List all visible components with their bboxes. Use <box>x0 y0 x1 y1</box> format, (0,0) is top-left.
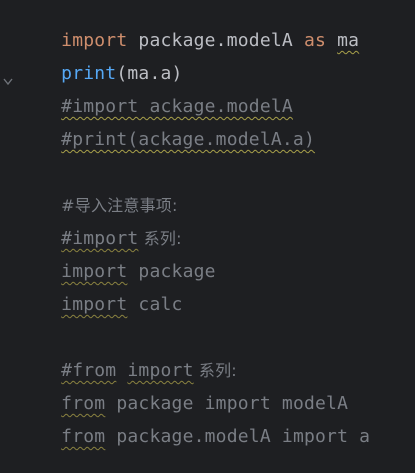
comment-line: #print(ackage.modelA.a) <box>61 129 316 150</box>
code-line-9[interactable]: import calc <box>17 269 183 315</box>
dim-keyword-from: from <box>61 426 106 447</box>
module-name: calc <box>127 294 183 315</box>
code-line-13[interactable]: from package.modelA import a <box>17 401 370 447</box>
code-line-2[interactable]: print(ma.a) <box>17 38 183 84</box>
alias-ma: ma <box>337 30 360 51</box>
keyword-as: as <box>303 30 327 51</box>
code-editor[interactable]: import package.modelA as ma print(ma.a) … <box>0 0 415 447</box>
import-statement: package.modelA import a <box>105 426 371 447</box>
fold-chevron-icon[interactable] <box>2 75 14 89</box>
code-line-7[interactable]: #import 系列: <box>17 203 182 249</box>
code-line-12[interactable]: from package import modelA <box>17 368 348 414</box>
code-line-5[interactable] <box>17 137 61 161</box>
code-line-3[interactable]: #import ackage.modelA <box>17 71 293 117</box>
dim-keyword-import: import <box>61 294 128 315</box>
code-line-10[interactable] <box>17 302 61 326</box>
code-line-6[interactable]: #导入注意事项: <box>17 170 178 215</box>
code-line-1[interactable]: import package.modelA as ma <box>17 5 359 51</box>
code-line-4[interactable]: #print(ackage.modelA.a) <box>17 104 315 150</box>
code-line-11[interactable]: #from import 系列: <box>17 335 237 381</box>
code-line-8[interactable]: import package <box>17 236 216 282</box>
